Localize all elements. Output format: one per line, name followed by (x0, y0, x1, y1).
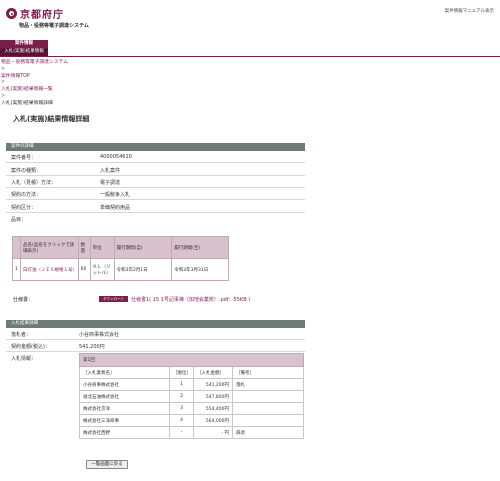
table-row: 滋北石油株式会社 2 547,800円 (79, 390, 304, 403)
field-label: 入札情報： (11, 356, 37, 362)
spec-label: 仕様書： (13, 297, 34, 303)
col-header-bidder: ［入札業者名］ (79, 366, 170, 379)
breadcrumb: 物品・役務等電子調達システム > 案件情報TOP > 入札(実施)結果情報一覧 … (1, 60, 68, 108)
bid-round-label: 第1回 (79, 353, 304, 367)
field-value: 電子調達 (100, 180, 121, 186)
field-row-contract-method: 契約の方法： 一般競争入札 (6, 188, 305, 200)
page-header: 京都府庁 物品・役務等電子調達システム 案件情報マニュアル表示 (0, 0, 500, 38)
table-row: 株式会社三洋商事 4 564,000円 (79, 414, 304, 427)
field-label: 契約の方法： (11, 192, 42, 198)
bid-note (232, 390, 304, 403)
bid-note (232, 414, 304, 427)
col-header-quantity: 数量 (77, 236, 91, 259)
field-label: 落札者： (11, 332, 32, 338)
table-row: 株式会社京洋 3 554,400円 (79, 402, 304, 415)
bidder-rank: 4 (169, 414, 194, 427)
field-label: 入札（見積）方法： (11, 180, 57, 186)
col-header-note: ［備考］ (232, 366, 304, 379)
breadcrumb-case-top-link[interactable]: 案件情報TOP (1, 74, 68, 81)
tab-bid-results[interactable]: 入札(実施)結果情報 (0, 48, 48, 56)
bidder-name: 株式会社西野 (79, 426, 170, 439)
field-label: 契約金額(税込)： (11, 344, 50, 350)
table-row: 株式会社西野 - - 円 辞退 (79, 426, 304, 439)
col-header-index (12, 236, 21, 259)
crest-icon (6, 8, 17, 19)
field-value: 541,200円 (79, 344, 105, 350)
items-table: 品名(品名をクリックで詳細表示) 数量 単位 履行期間(自) 履行期間(至) 1… (12, 236, 229, 281)
logo: 京都府庁 (6, 6, 64, 21)
item-quantity: 60 (77, 258, 91, 281)
tab-case-info[interactable]: 案件情報 (0, 40, 48, 48)
case-detail-section-header: 案件の詳細 (6, 143, 305, 151)
field-row-items: 品目： (6, 213, 305, 225)
field-value: 単価契約用品 (100, 205, 131, 211)
system-name: 物品・役務等電子調達システム (19, 23, 89, 29)
bidder-name: 小谷商事株式会社 (79, 378, 170, 391)
bid-amount: 541,200円 (193, 378, 233, 391)
field-value: 小谷商事株式会社 (79, 332, 120, 338)
table-row: 1 白灯油（ＪＩＳ規格１号） 60 ＫＬ（リットル） 令和3年2月1日 令和3年… (12, 258, 229, 281)
bid-note (232, 402, 304, 415)
bid-table-header: ［入札業者名］ ［順位］ ［入札金額］ ［備考］ (79, 366, 304, 379)
bidder-rank: - (169, 426, 194, 439)
back-to-list-button[interactable]: 一覧画面に戻る (86, 460, 128, 469)
bidder-rank: 1 (169, 378, 194, 391)
field-row-case-type: 案件の種類： 入札案件 (6, 164, 305, 176)
bidder-name: 株式会社京洋 (79, 402, 170, 415)
bid-amount: 554,400円 (193, 402, 233, 415)
bid-round-header: 第1回 (79, 353, 304, 367)
bid-note: 辞退 (232, 426, 304, 439)
logo-text: 京都府庁 (20, 10, 64, 21)
field-label: 契約区分： (11, 205, 37, 211)
bid-note: 落札 (232, 378, 304, 391)
col-header-period-to: 履行期間(至) (171, 236, 229, 259)
field-value: 一般競争入札 (100, 192, 131, 198)
bid-result-section-header: 入札結果詳細 (6, 320, 305, 328)
breadcrumb-separator: > (1, 93, 6, 99)
download-badge[interactable]: ダウンロード (99, 296, 128, 302)
item-period-from: 令和3年2月1日 (113, 258, 173, 281)
nav-divider (0, 56, 500, 57)
col-header-rank: ［順位］ (169, 366, 194, 379)
bidder-rank: 3 (169, 402, 194, 415)
field-row-case-number: 案件番号： 4000054610 (6, 151, 305, 163)
breadcrumb-separator: > (1, 66, 6, 72)
col-header-unit: 単位 (89, 236, 115, 259)
field-value: 4000054610 (100, 154, 132, 160)
item-name-link[interactable]: 白灯油（ＪＩＳ規格１号） (19, 258, 79, 281)
item-unit: ＫＬ（リットル） (89, 258, 115, 281)
field-label: 案件番号： (11, 155, 37, 161)
item-index: 1 (12, 258, 21, 281)
field-label: 品目： (11, 217, 27, 223)
item-period-to: 令和3年3月31日 (171, 258, 229, 281)
breadcrumb-system-link[interactable]: 物品・役務等電子調達システム (1, 60, 68, 67)
col-header-item-name: 品名(品名をクリックで詳細表示) (19, 236, 79, 259)
bidder-name: 株式会社三洋商事 (79, 414, 170, 427)
table-row: 小谷商事株式会社 1 541,200円 落札 (79, 378, 304, 391)
field-value: 入札案件 (100, 168, 121, 174)
manual-link[interactable]: 案件情報マニュアル表示 (445, 8, 494, 14)
breadcrumb-result-list-link[interactable]: 入札(実施)結果情報一覧 (1, 87, 68, 94)
page-title: 入札(実施)結果情報詳細 (13, 115, 90, 123)
field-row-bid-method: 入札（見積）方法： 電子調達 (6, 176, 305, 188)
field-label: 案件の種類： (11, 168, 42, 174)
bidder-name: 滋北石油株式会社 (79, 390, 170, 403)
items-table-header: 品名(品名をクリックで詳細表示) 数量 単位 履行期間(自) 履行期間(至) (12, 236, 229, 259)
bid-amount: 547,800円 (193, 390, 233, 403)
bid-amount: - 円 (193, 426, 233, 439)
bid-table: 第1回 ［入札業者名］ ［順位］ ［入札金額］ ［備考］ 小谷商事株式会社 1 … (79, 353, 304, 439)
breadcrumb-current: 入札(実施)結果情報詳細 (1, 100, 53, 106)
bid-amount: 564,000円 (193, 414, 233, 427)
col-header-amount: ［入札金額］ (193, 366, 233, 379)
field-row-winner: 落札者： 小谷商事株式会社 (6, 328, 305, 340)
spec-download-link[interactable]: 仕様書1( 15 1号記事簿（加地会業校）.pdf：55KB ) (131, 296, 250, 303)
field-row-contract-amount: 契約金額(税込)： 541,200円 (6, 340, 305, 352)
col-header-period-from: 履行期間(自) (113, 236, 173, 259)
field-row-contract-type: 契約区分： 単価契約用品 (6, 201, 305, 213)
bidder-rank: 2 (169, 390, 194, 403)
